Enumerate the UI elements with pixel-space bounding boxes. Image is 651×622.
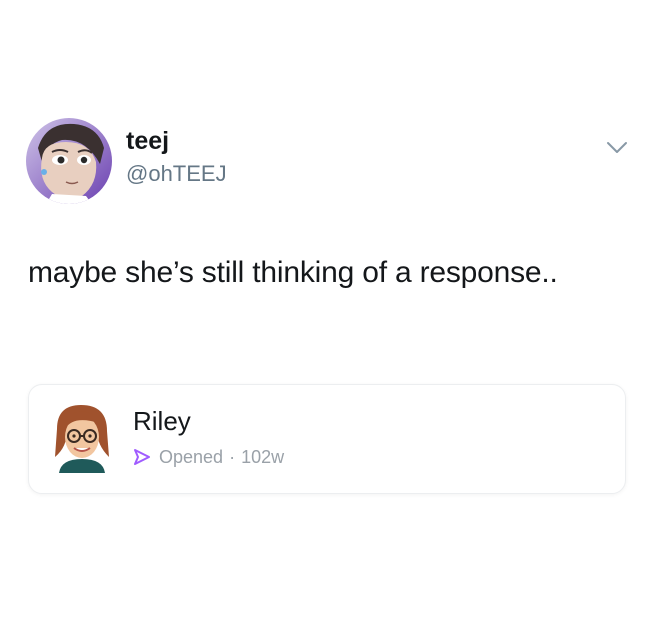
- author-handle[interactable]: @ohTEEJ: [126, 160, 227, 188]
- status-label: Opened: [159, 446, 224, 467]
- opened-arrow-icon: [134, 449, 150, 465]
- tweet-text: maybe she’s still thinking of a response…: [28, 256, 558, 289]
- status-time: 102w: [241, 446, 285, 467]
- contact-name: Riley: [133, 406, 191, 436]
- avatar-illustration: [26, 118, 112, 204]
- snap-status: Opened · 102w: [133, 445, 284, 469]
- author-display-name[interactable]: teej: [126, 126, 169, 156]
- chevron-down-icon[interactable]: [603, 138, 631, 158]
- tweet: teej @ohTEEJ maybe she’s still thinking …: [0, 0, 651, 622]
- snapchat-chat-card[interactable]: Riley Opened · 102w: [28, 384, 626, 494]
- author-avatar[interactable]: [26, 118, 112, 204]
- status-separator: ·: [229, 446, 236, 467]
- bitmoji-avatar: [51, 399, 113, 473]
